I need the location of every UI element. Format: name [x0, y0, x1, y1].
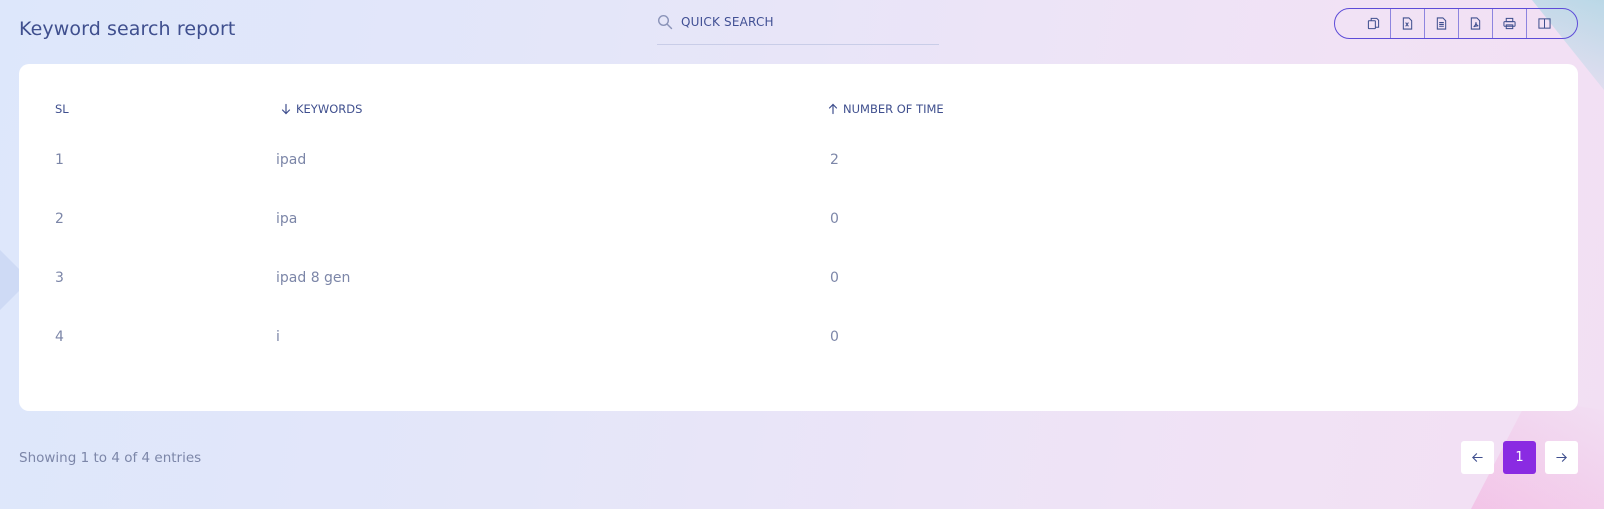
column-header-count[interactable]: NUMBER OF TIME — [827, 102, 944, 116]
column-header-label: NUMBER OF TIME — [843, 102, 944, 116]
row-keyword: ipa — [276, 211, 298, 227]
quick-search — [657, 10, 939, 45]
row-count: 2 — [830, 152, 839, 168]
columns-button[interactable] — [1527, 9, 1561, 38]
row-sl: 3 — [55, 270, 64, 286]
print-button[interactable] — [1493, 9, 1527, 38]
row-count: 0 — [830, 211, 839, 227]
export-toolbar — [1334, 8, 1578, 39]
csv-button[interactable] — [1425, 9, 1459, 38]
copy-icon — [1367, 17, 1380, 30]
row-keyword: i — [276, 329, 280, 345]
column-header-label: SL — [55, 102, 69, 116]
page-title: Keyword search report — [19, 18, 236, 40]
columns-icon — [1537, 18, 1551, 29]
row-keyword: ipad 8 gen — [276, 270, 351, 286]
entries-info: Showing 1 to 4 of 4 entries — [19, 450, 202, 466]
arrow-left-icon — [1472, 453, 1483, 462]
csv-icon — [1436, 17, 1447, 30]
arrow-up-icon — [828, 103, 838, 115]
excel-icon — [1402, 17, 1413, 30]
page-1-button[interactable]: 1 — [1503, 441, 1536, 474]
row-sl: 2 — [55, 211, 64, 227]
excel-button[interactable] — [1391, 9, 1425, 38]
arrow-down-icon — [281, 103, 291, 115]
arrow-right-icon — [1556, 453, 1567, 462]
row-sl: 4 — [55, 329, 64, 345]
row-count: 0 — [830, 329, 839, 345]
search-icon — [657, 14, 673, 30]
copy-button[interactable] — [1357, 9, 1391, 38]
pdf-icon — [1470, 17, 1481, 30]
column-header-keywords[interactable]: KEYWORDS — [280, 102, 362, 116]
row-keyword: ipad — [276, 152, 307, 168]
report-table: SL KEYWORDS NUMBER OF TIME 1 ipad 2 2 ip… — [19, 64, 1578, 411]
column-header-sl[interactable]: SL — [55, 102, 69, 116]
column-header-label: KEYWORDS — [296, 102, 363, 116]
print-icon — [1503, 17, 1516, 30]
previous-page-button[interactable] — [1461, 441, 1494, 474]
next-page-button[interactable] — [1545, 441, 1578, 474]
row-sl: 1 — [55, 152, 64, 168]
row-count: 0 — [830, 270, 839, 286]
pdf-button[interactable] — [1459, 9, 1493, 38]
search-input[interactable] — [681, 15, 921, 29]
